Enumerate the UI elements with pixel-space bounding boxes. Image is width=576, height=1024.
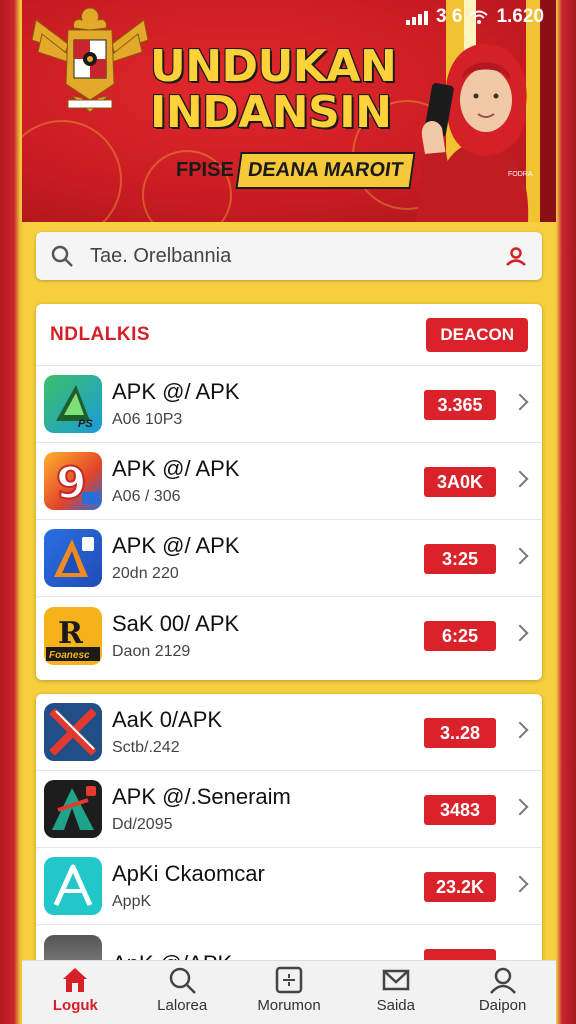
- app-list-card: NDLALKIS DEACON PS APK @/ APK A06 10P3 3…: [36, 304, 542, 680]
- list-item[interactable]: AaK 0/APK Sctb/.242 3..28: [36, 694, 542, 771]
- banner-headline: UNDUKAN INDANSIN: [150, 41, 397, 138]
- nav-item-search[interactable]: Lalorea: [129, 961, 236, 1024]
- nav-item-home[interactable]: Loguk: [22, 961, 129, 1024]
- triangle-a-icon: [44, 529, 102, 587]
- user-alert-icon[interactable]: [504, 244, 528, 268]
- app-badge[interactable]: 3483: [424, 795, 496, 825]
- woman-with-phone-image: FODRA: [416, 43, 533, 222]
- search-icon: [51, 245, 73, 267]
- search-icon: [169, 967, 197, 994]
- signal-icon: [406, 9, 429, 25]
- app-badge[interactable]: 3..28: [424, 718, 496, 748]
- app-badge[interactable]: 3.365: [424, 390, 496, 420]
- app-badge[interactable]: 3A0K: [424, 467, 496, 497]
- app-icon-text: PS: [78, 418, 93, 430]
- nav-item-mail[interactable]: Saida: [342, 961, 449, 1024]
- home-icon: [63, 968, 88, 992]
- app-badge[interactable]: 6:25: [424, 621, 496, 651]
- mail-icon: [382, 969, 410, 991]
- nav-item-profile[interactable]: Daipon: [449, 961, 556, 1024]
- search-bar[interactable]: Tae. Orelbannia: [36, 232, 542, 280]
- wifi-icon: [470, 10, 489, 24]
- a-outline-icon: [44, 857, 102, 915]
- cross-slash-icon: [44, 703, 102, 761]
- play-triangle-icon: PS: [44, 375, 102, 433]
- shirt-tag: FODRA: [508, 171, 533, 178]
- app-badge[interactable]: 23.2K: [424, 872, 496, 902]
- list-item[interactable]: APK @/.Seneraim Dd/2095 3483: [36, 771, 542, 848]
- app-badge[interactable]: 3:25: [424, 544, 496, 574]
- app-list-card-secondary: AaK 0/APK Sctb/.242 3..28 APK @/.Senerai…: [36, 694, 542, 994]
- a-delta-icon: [44, 780, 102, 838]
- nav-label: Morumon: [257, 997, 321, 1014]
- nine-icon: 9: [44, 452, 102, 510]
- list-item[interactable]: R Foanesc SaK 00/ APK Daon 2129 6:25: [36, 597, 542, 674]
- status-extra: 3 6: [436, 6, 463, 27]
- list-item[interactable]: PS APK @/ APK A06 10P3 3.365: [36, 366, 542, 443]
- list-item[interactable]: 9 APK @/ APK A06 / 306 3A0K: [36, 443, 542, 520]
- card-header: NDLALKIS DEACON: [36, 304, 542, 366]
- search-input[interactable]: Tae. Orelbannia: [90, 245, 504, 268]
- nav-label: Daipon: [478, 997, 527, 1014]
- banner-sub-left: FPISE: [176, 158, 234, 181]
- nav-item-apps[interactable]: Morumon: [236, 961, 343, 1024]
- person-icon: [489, 967, 516, 994]
- nav-label: Lalorea: [157, 997, 208, 1014]
- nav-label: Loguk: [52, 997, 98, 1014]
- deacon-button[interactable]: DEACON: [426, 317, 528, 352]
- r-logo-icon: R Foanesc: [44, 606, 102, 665]
- status-bar: 3 6 1.620: [406, 6, 544, 28]
- bottom-nav: Loguk Lalorea Morumon Saida Daipon: [22, 960, 556, 1024]
- app-icon-text: R: [58, 616, 84, 651]
- decor-swirl: [22, 120, 122, 222]
- status-time: 1.620: [496, 6, 544, 27]
- app-icon-caption: Foanesc: [49, 650, 90, 661]
- apps-icon: [275, 966, 303, 994]
- banner-sub-right: DEANA MAROIT: [235, 151, 416, 189]
- banner-subline: FPISE DEANA MAROIT: [172, 150, 422, 190]
- nav-label: Saida: [376, 997, 415, 1014]
- list-item[interactable]: ApKi Ckaomcar AppK 23.2K: [36, 848, 542, 925]
- promo-banner[interactable]: UNDUKAN INDANSIN FPISE DEANA MAROIT FODR…: [22, 0, 556, 222]
- card-title: NDLALKIS: [50, 323, 151, 345]
- list-item[interactable]: APK @/ APK 20dn 220 3:25: [36, 520, 542, 597]
- phone-screen: UNDUKAN INDANSIN FPISE DEANA MAROIT FODR…: [22, 0, 556, 1024]
- garuda-emblem-icon: [31, 7, 149, 113]
